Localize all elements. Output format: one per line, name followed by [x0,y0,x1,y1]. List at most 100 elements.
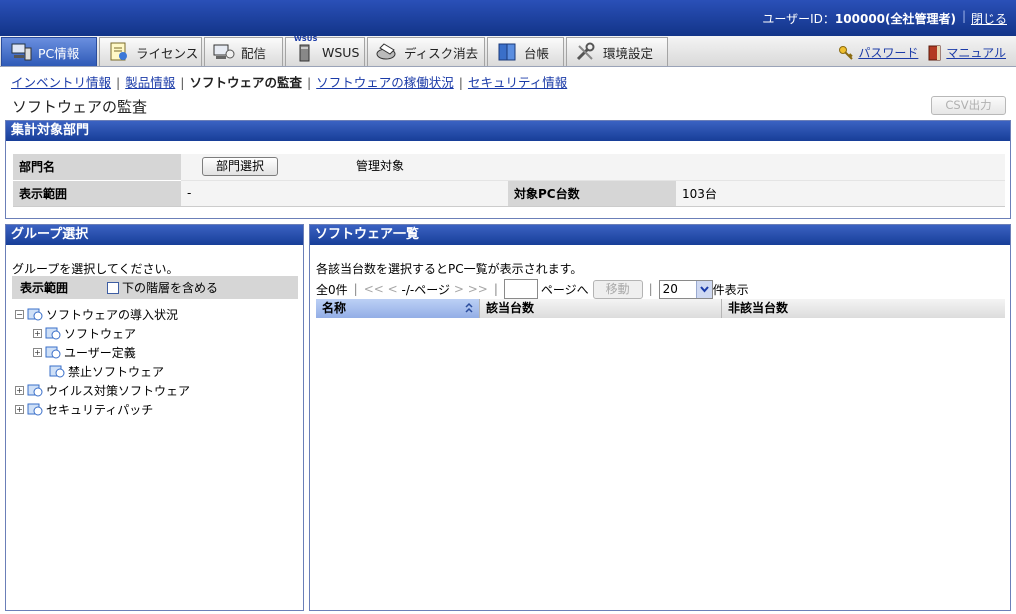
group-scope-row: 表示範囲 下の階層を含める [12,276,298,299]
column-not-applicable-label: 非該当台数 [728,301,789,315]
password-link[interactable]: パスワード [838,44,918,61]
last-page-button[interactable]: >> [468,282,488,296]
tab-label: 環境設定 [603,45,654,61]
per-page-value: 20 [662,281,678,296]
settings-icon [575,42,597,62]
license-icon [108,42,130,62]
software-header: ソフトウェア一覧 [310,225,1010,245]
per-page-select[interactable]: 20 [658,279,713,299]
prev-page-button[interactable]: < [388,282,398,296]
tab-label: 台帳 [524,45,550,61]
main-tabs: PC情報 ライセンス 配信 WSUS WSUS ディスク消去 台帳 環境設定 パ… [0,35,1016,67]
group-panel: グループ選択 グループを選択してください。 表示範囲 下の階層を含める − ソフ… [5,224,304,611]
tree-node-label: ソフトウェア [64,326,137,341]
tab-license[interactable]: ライセンス [99,37,202,66]
tree-node-antivirus[interactable]: + ウイルス対策ソフトウェア [15,381,190,399]
software-instruction: 各該当台数を選択するとPC一覧が表示されます。 [316,262,583,276]
distribution-icon [213,42,235,62]
subnav-operation[interactable]: ソフトウェアの稼働状況 [316,75,454,90]
tab-label: WSUS [322,44,360,60]
separator: | [458,75,463,90]
divider [13,206,1005,207]
tree-node-install-status[interactable]: − ソフトウェアの導入状況 [15,305,178,323]
group-folder-icon [49,365,65,378]
pc-count-label: 対象PC台数 [508,180,676,206]
separator: | [180,75,185,90]
group-folder-icon [27,403,43,416]
subnav-security[interactable]: セキュリティ情報 [468,75,567,90]
tab-label: ライセンス [136,45,199,61]
column-name-label: 名称 [322,301,347,315]
column-not-applicable[interactable]: 非該当台数 [722,299,1005,318]
wsus-icon: WSUS [294,35,318,62]
wsus-icon-text: WSUS [294,35,318,43]
tab-disk-erase[interactable]: ディスク消去 [367,37,485,66]
tree-node-security-patch[interactable]: + セキュリティパッチ [15,400,153,418]
tree-node-user-defined[interactable]: + ユーザー定義 [33,343,136,361]
tab-settings[interactable]: 環境設定 [566,37,668,66]
tree-node-software[interactable]: + ソフトウェア [33,324,136,342]
pager: 全0件 | << < -/-ページ > >> | ページへ 移動 | 20 件表… [316,278,749,300]
column-applicable[interactable]: 該当台数 [480,299,722,318]
group-instruction: グループを選択してください。 [12,262,179,276]
book-icon [928,45,941,60]
tab-pc-info[interactable]: PC情報 [1,37,97,66]
per-page-suffix: 件表示 [712,282,749,297]
include-lower-checkbox[interactable] [107,281,119,294]
group-folder-icon [27,308,43,321]
total-count: 全0件 [316,282,348,297]
dept-select-button[interactable]: 部門選択 [202,157,278,177]
column-applicable-label: 該当台数 [486,301,535,315]
password-link-text[interactable]: パスワード [858,44,918,61]
close-link[interactable]: 閉じる [971,10,1007,27]
tree-node-prohibited[interactable]: 禁止ソフトウェア [49,362,164,380]
page-to-label: ページへ [540,282,589,297]
tab-distribution[interactable]: 配信 [204,37,283,66]
expand-icon[interactable]: + [33,328,42,338]
manual-link[interactable]: マニュアル [928,44,1006,61]
separator: | [116,75,121,90]
group-folder-icon [27,384,43,397]
csv-export-button[interactable]: CSV出力 [931,96,1006,115]
subnav-inventory[interactable]: インベントリ情報 [11,75,111,90]
separator: | [353,282,358,296]
tree-node-label: ソフトウェアの導入状況 [46,307,179,322]
expand-icon[interactable]: + [15,385,24,395]
tree-node-label: ユーザー定義 [64,345,136,360]
aggregation-header: 集計対象部門 [6,121,1010,141]
scope-value: - [181,180,508,206]
sort-icon[interactable] [464,301,474,320]
expand-icon[interactable]: + [15,404,24,414]
separator: | [306,75,312,90]
group-scope-label: 表示範囲 [20,281,69,295]
chevron-down-icon[interactable] [695,280,712,298]
collapse-icon[interactable]: − [15,309,24,319]
subnav-product[interactable]: 製品情報 [125,75,175,90]
expand-icon[interactable]: + [33,347,42,357]
tab-label: ディスク消去 [404,45,479,61]
page-number-input[interactable] [503,279,538,299]
tab-label: PC情報 [38,45,80,61]
separator: | [648,282,653,296]
tab-ledger[interactable]: 台帳 [487,37,564,66]
group-folder-icon [45,346,61,359]
user-value: 100000(全社管理者) [834,12,956,26]
dept-value: 管理対象 [356,159,405,174]
pc-icon [10,42,32,62]
user-label: ユーザーID： [762,12,835,26]
column-name[interactable]: 名称 [316,299,480,318]
user-info: ユーザーID：100000(全社管理者) [762,10,956,27]
move-button[interactable]: 移動 [592,279,643,299]
include-lower-label[interactable]: 下の階層を含める [122,279,218,296]
pc-count-value: 103台 [676,180,1005,206]
tree-node-label: ウイルス対策ソフトウェア [46,383,191,398]
top-links: パスワード マニュアル [828,44,1006,61]
first-page-button[interactable]: << [364,282,384,296]
next-page-button[interactable]: > [454,282,464,296]
manual-link-text[interactable]: マニュアル [946,44,1006,61]
aggregation-panel: 集計対象部門 部門名 部門選択 管理対象 表示範囲 - 対象PC台数 103台 [5,120,1011,219]
tab-label: 配信 [241,45,267,61]
tab-wsus[interactable]: WSUS WSUS [285,35,365,66]
disk-erase-icon [376,42,398,62]
aggregation-table: 部門名 部門選択 管理対象 表示範囲 - 対象PC台数 103台 [13,154,1005,206]
